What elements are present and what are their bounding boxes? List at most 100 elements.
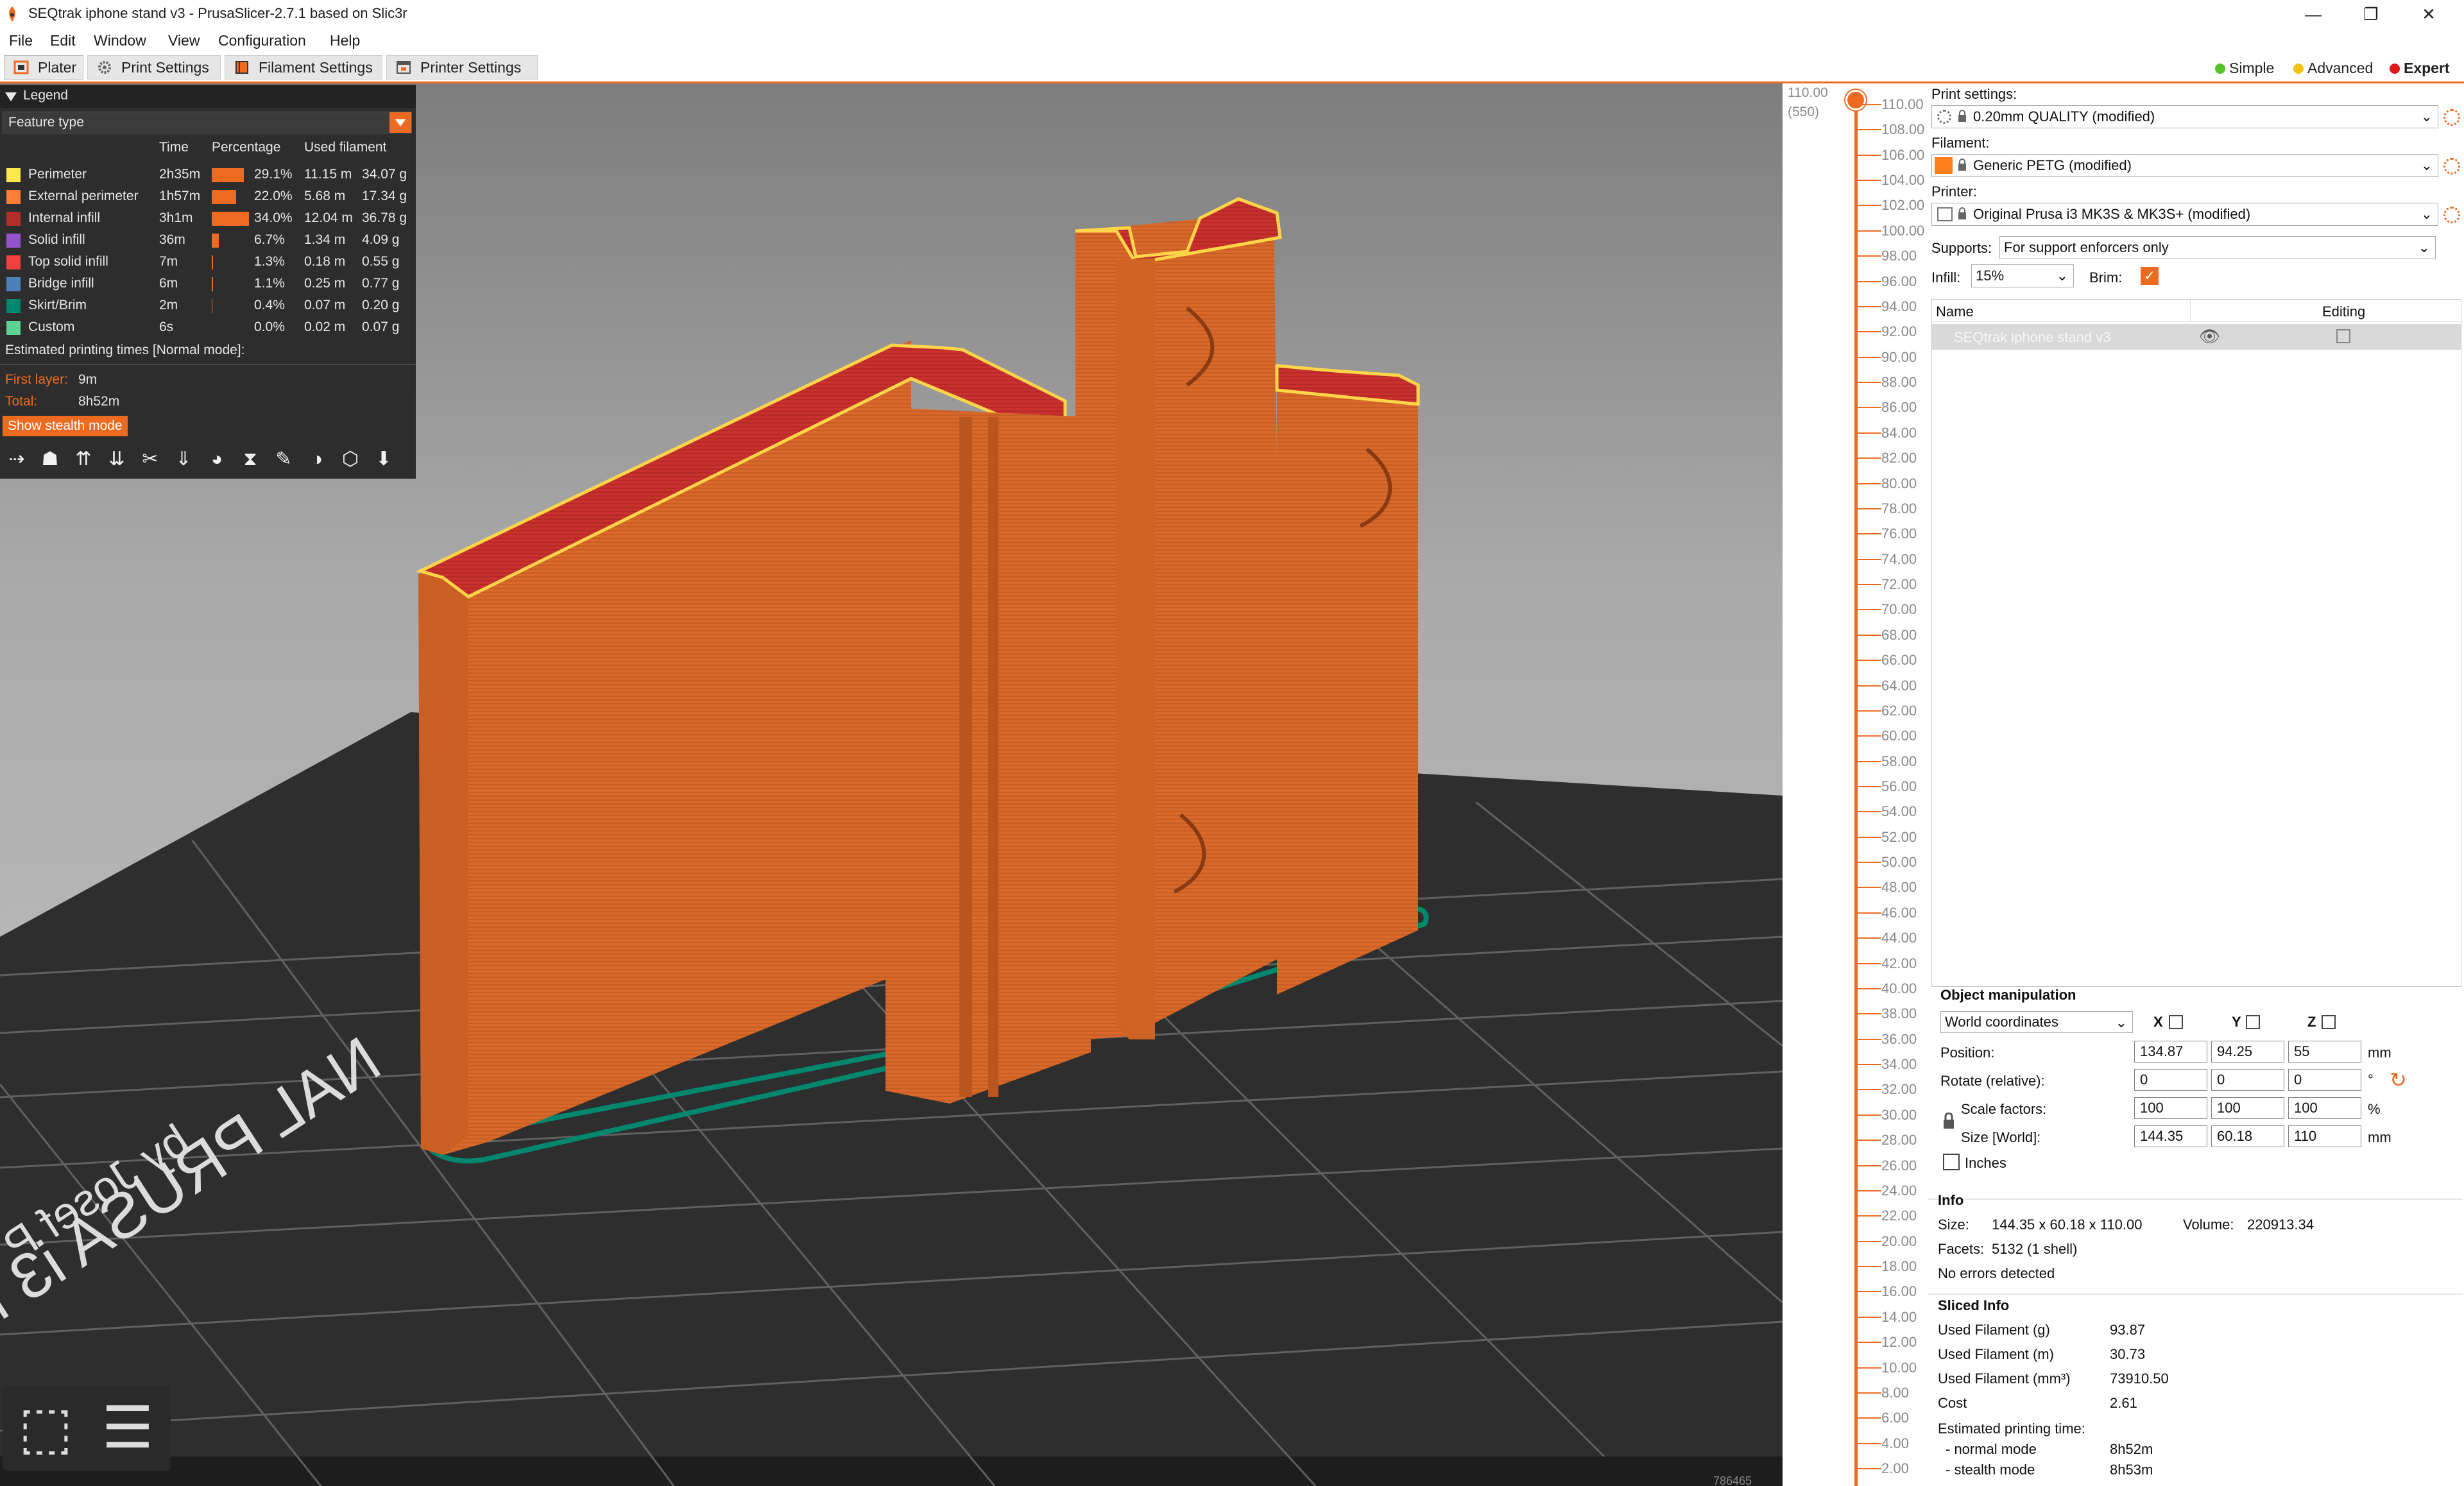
position-y-input[interactable]: 94.25 (2211, 1041, 2284, 1063)
legend-row[interactable]: Top solid infill 7m 1.3% 0.18 m 0.55 g (0, 250, 416, 272)
menu-edit[interactable]: Edit (50, 32, 76, 49)
deretractions-icon[interactable]: ⇊ (104, 448, 130, 471)
drop-to-bed-x-icon[interactable] (2169, 1015, 2183, 1029)
legend-row[interactable]: Internal infill 3h1m 34.0% 12.04 m 36.78 g (0, 207, 416, 228)
slider-tick (1857, 1215, 1881, 1217)
slider-tick (1857, 660, 1881, 661)
scale-y-input[interactable]: 100 (2211, 1097, 2284, 1119)
layer-slider[interactable]: 110.00 (550) 110.00 108.00 106.00 104.00 102… (1783, 83, 1926, 1486)
menu-help[interactable]: Help (330, 32, 360, 49)
3d-viewport[interactable]: NAL PRUSA i3 MK3 by Josef P Legend Featu (0, 83, 1783, 1486)
legend-row[interactable]: Bridge infill 6m 1.1% 0.25 m 0.77 g (0, 272, 416, 294)
rotate-y-input[interactable]: 0 (2211, 1069, 2284, 1091)
wipe-icon[interactable]: ☗ (37, 448, 63, 471)
scale-lock-icon[interactable] (1943, 1112, 1955, 1133)
slider-tick (1857, 1190, 1881, 1191)
tab-print-settings[interactable]: Print Settings (87, 55, 221, 80)
scale-x-input[interactable]: 100 (2134, 1097, 2207, 1119)
drop-to-bed-z-icon[interactable] (2322, 1015, 2336, 1029)
legend-row[interactable]: Solid infill 36m 6.7% 1.34 m 4.09 g (0, 228, 416, 250)
legend-toolbar: ⇢ ☗ ⇈ ⇊ ✂ ⇓ ◕ ⧗ ✎ ◑ ⬡ ⬇ (4, 445, 412, 474)
infill-value: 15% (1976, 268, 2005, 284)
tool-marker-icon[interactable]: ⬇ (371, 448, 397, 471)
menu-configuration[interactable]: Configuration (218, 32, 306, 49)
slider-tick-label: 92.00 (1881, 323, 1917, 339)
scale-z-input[interactable]: 100 (2288, 1097, 2361, 1119)
printer-combo[interactable]: Original Prusa i3 MK3S & MK3S+ (modified… (1931, 203, 2438, 226)
legend-used-grams: 0.20 g (362, 298, 400, 312)
size-x-input[interactable]: 144.35 (2134, 1125, 2207, 1147)
filament-color-swatch[interactable] (1935, 157, 1953, 174)
legend-row[interactable]: Skirt/Brim 2m 0.4% 0.07 m 0.20 g (0, 294, 416, 316)
slider-tick (1857, 180, 1881, 181)
edit-printer-preset-icon[interactable] (2443, 207, 2460, 223)
slider-tick-label: 22.00 (1881, 1208, 1917, 1224)
visibility-eye-icon[interactable]: 👁 (2199, 327, 2220, 346)
preview-layers-icon[interactable]: ☰ (90, 1391, 166, 1465)
menu-file[interactable]: File (9, 32, 33, 49)
supports-combo[interactable]: For support enforcers only ⌄ (1999, 236, 2436, 259)
legend-used-grams: 36.78 g (362, 210, 407, 225)
legend-title: Legend (23, 88, 69, 103)
legend-header[interactable]: Legend (0, 85, 416, 108)
custom-gcodes-icon[interactable]: ✎ (271, 448, 296, 471)
slider-thumb[interactable] (1845, 90, 1866, 110)
mode-simple-button[interactable]: Simple (2211, 58, 2274, 80)
legend-row[interactable]: Custom 6s 0.0% 0.02 m 0.07 g (0, 316, 416, 337)
edit-object-icon[interactable] (2336, 329, 2350, 343)
inches-checkbox[interactable] (1943, 1154, 1960, 1170)
legend-feature-name: External perimeter (28, 189, 139, 203)
position-z-input[interactable]: 55 (2288, 1041, 2361, 1063)
tab-printer-settings[interactable]: Printer Settings (386, 55, 538, 80)
filament-combo[interactable]: Generic PETG (modified) ⌄ (1931, 154, 2438, 177)
drop-to-bed-y-icon[interactable] (2246, 1015, 2260, 1029)
slider-tick (1857, 457, 1881, 459)
maximize-button[interactable]: ❐ (2342, 0, 2400, 28)
size-y-input[interactable]: 60.18 (2211, 1125, 2284, 1147)
col-time: Time (159, 140, 189, 155)
brim-checkbox[interactable]: ✓ (2141, 267, 2159, 285)
shells-icon[interactable]: ⬡ (338, 448, 363, 471)
tool-changes-icon[interactable]: ⇓ (171, 448, 196, 471)
slider-tick (1857, 432, 1881, 434)
size-z-input[interactable]: 110 (2288, 1125, 2361, 1147)
slider-tick-label: 26.00 (1881, 1157, 1917, 1174)
slider-tick-label: 52.00 (1881, 829, 1917, 845)
reset-rotation-icon[interactable]: ↻ (2390, 1068, 2407, 1092)
view-type-combo[interactable]: Feature type (3, 112, 412, 133)
close-button[interactable]: ✕ (2400, 0, 2458, 28)
slider-tick (1857, 533, 1881, 534)
position-x-input[interactable]: 134.87 (2134, 1041, 2207, 1063)
travel-icon[interactable]: ⇢ (4, 448, 30, 471)
list-name-header: Name (1936, 303, 1974, 320)
legend-row[interactable]: Perimeter 2h35m 29.1% 11.15 m 34.07 g (0, 163, 416, 185)
slider-tick-label: 6.00 (1881, 1410, 1909, 1426)
rotate-x-input[interactable]: 0 (2134, 1069, 2207, 1091)
coordinates-combo[interactable]: World coordinates ⌄ (1940, 1011, 2133, 1033)
minimize-button[interactable]: — (2284, 0, 2342, 28)
object-row[interactable]: SEQtrak iphone stand v3 👁 (1932, 324, 2461, 350)
show-stealth-mode-button[interactable]: Show stealth mode (3, 416, 128, 436)
seams-icon[interactable]: ✂ (137, 448, 163, 471)
slider-tick-label: 54.00 (1881, 803, 1917, 819)
legend-feature-name: Bridge infill (28, 276, 94, 291)
print-settings-combo[interactable]: 0.20mm QUALITY (modified) ⌄ (1931, 105, 2438, 128)
mode-advanced-button[interactable]: Advanced (2289, 58, 2373, 80)
infill-combo[interactable]: 15% ⌄ (1971, 264, 2074, 287)
mode-expert-button[interactable]: Expert (2386, 58, 2450, 80)
legend-used-meters: 0.18 m (304, 254, 346, 269)
center-of-gravity-icon[interactable]: ◑ (304, 448, 330, 471)
color-changes-icon[interactable]: ◕ (204, 448, 230, 471)
retractions-icon[interactable]: ⇈ (71, 448, 96, 471)
tab-filament-settings[interactable]: Filament Settings (225, 55, 382, 80)
legend-row[interactable]: External perimeter 1h57m 22.0% 5.68 m 17.34 … (0, 185, 416, 207)
plater-icon (13, 60, 29, 74)
tab-plater[interactable]: Plater (4, 55, 83, 80)
edit-filament-preset-icon[interactable] (2443, 158, 2460, 175)
rotate-z-input[interactable]: 0 (2288, 1069, 2361, 1091)
menu-window[interactable]: Window (94, 32, 146, 49)
edit-print-preset-icon[interactable] (2443, 109, 2460, 126)
pause-prints-icon[interactable]: ⧗ (237, 448, 263, 471)
menu-view[interactable]: View (168, 32, 200, 49)
3d-view-cube-icon[interactable]: ⬚ (8, 1391, 83, 1465)
